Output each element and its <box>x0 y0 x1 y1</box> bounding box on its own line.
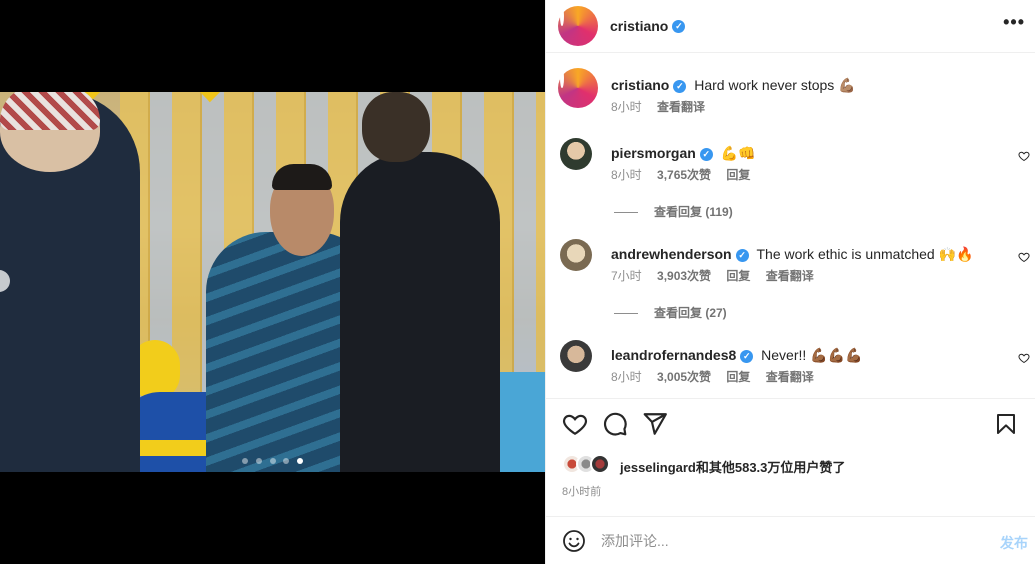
avatar[interactable] <box>558 68 598 108</box>
comment-time: 8小时 <box>611 370 642 384</box>
post-dialog: cristiano ✓ ••• cristiano ✓ Hard work nev… <box>0 0 1035 564</box>
carousel-dot-active <box>297 458 304 464</box>
carousel-dot <box>283 458 290 464</box>
view-replies-button[interactable]: 查看回复 (27) <box>614 304 727 321</box>
caption-time: 8小时 <box>611 100 642 114</box>
comment-text: The work ethic is unmatched 🙌🔥 <box>756 246 974 262</box>
post-action-bar <box>546 398 1035 448</box>
likes-summary[interactable]: jesselingard和其他583.3万位用户赞了 <box>562 452 1032 476</box>
verified-icon: ✓ <box>740 349 754 363</box>
translate-link[interactable]: 查看翻译 <box>766 370 814 384</box>
carousel-dot <box>255 458 262 464</box>
post-photo <box>0 92 545 472</box>
comment-username[interactable]: andrewhenderson <box>611 246 732 262</box>
comment-username[interactable]: piersmorgan <box>611 145 696 161</box>
carousel-dot <box>269 458 276 464</box>
bookmark-icon[interactable] <box>994 411 1020 437</box>
post-media <box>0 0 545 564</box>
post-side-panel: cristiano ✓ ••• cristiano ✓ Hard work nev… <box>545 0 1035 564</box>
comment-likes[interactable]: 3,765次赞 <box>657 168 711 182</box>
comment-icon[interactable] <box>602 411 628 437</box>
caption-username[interactable]: cristiano <box>611 77 669 93</box>
post-time: 8小时前 <box>562 486 602 498</box>
view-replies-button[interactable]: 查看回复 (119) <box>614 203 733 220</box>
post-comment-button[interactable]: 发布 <box>1000 533 1028 553</box>
verified-icon: ✓ <box>672 19 686 33</box>
reply-button[interactable]: 回复 <box>726 168 750 182</box>
comment-like-heart-icon[interactable] <box>1018 352 1030 367</box>
share-icon[interactable] <box>642 411 668 437</box>
comment-text: 💪👊 <box>720 145 756 161</box>
avatar[interactable] <box>560 138 592 170</box>
verified-icon: ✓ <box>699 147 713 161</box>
reply-button[interactable]: 回复 <box>726 370 750 384</box>
comment-username[interactable]: leandrofernandes8 <box>611 347 736 363</box>
avatar[interactable] <box>560 340 592 372</box>
comment-text: Never!! 💪🏾💪🏾💪🏾 <box>761 347 863 363</box>
translate-link[interactable]: 查看翻译 <box>657 100 705 114</box>
comment-likes[interactable]: 3,005次赞 <box>657 370 711 384</box>
comment-composer: 发布 <box>546 516 1035 564</box>
caption-text: Hard work never stops 💪🏽 <box>694 77 856 93</box>
heart-icon[interactable] <box>562 411 588 437</box>
view-replies-label[interactable]: 查看回复 (27) <box>654 306 727 320</box>
comment-likes[interactable]: 3,903次赞 <box>657 269 711 283</box>
comment-like-heart-icon[interactable] <box>1018 150 1030 165</box>
emoji-icon[interactable] <box>562 529 586 553</box>
avatar[interactable] <box>560 239 592 271</box>
comment-like-heart-icon[interactable] <box>1018 251 1030 266</box>
comment-time: 7小时 <box>611 269 642 283</box>
verified-icon: ✓ <box>735 248 749 262</box>
avatar <box>590 454 610 474</box>
comment-input[interactable] <box>601 529 981 553</box>
carousel-dot <box>241 458 248 464</box>
reply-button[interactable]: 回复 <box>726 269 750 283</box>
author-username[interactable]: cristiano <box>610 18 668 34</box>
view-replies-label[interactable]: 查看回复 (119) <box>654 205 733 219</box>
avatar[interactable] <box>558 6 598 46</box>
comments-list: cristiano ✓ Hard work never stops 💪🏽 8小时 … <box>546 54 1035 398</box>
translate-link[interactable]: 查看翻译 <box>766 269 814 283</box>
post-header: cristiano ✓ ••• <box>546 0 1035 53</box>
verified-icon: ✓ <box>673 79 687 93</box>
more-options-icon[interactable]: ••• <box>1003 12 1025 33</box>
carousel-indicator <box>0 451 545 467</box>
comment-time: 8小时 <box>611 168 642 182</box>
likes-text[interactable]: jesselingard和其他583.3万位用户赞了 <box>620 457 845 476</box>
